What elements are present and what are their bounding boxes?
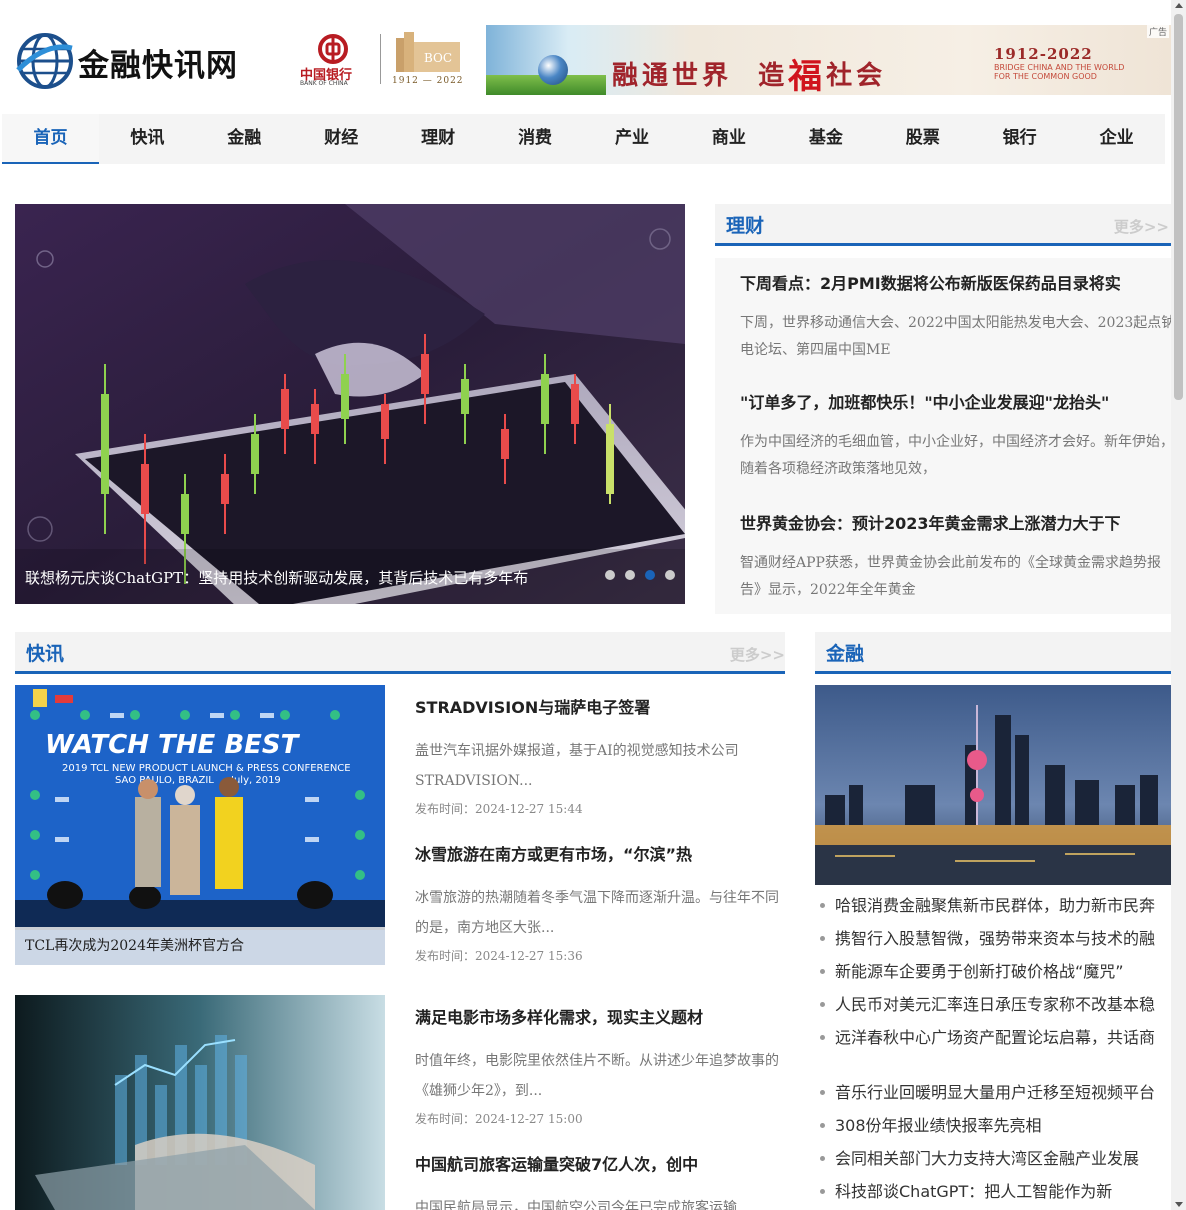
nav-item-chanye[interactable]: 产业: [584, 114, 681, 164]
nav-item-jijin[interactable]: 基金: [777, 114, 874, 164]
ad-banner[interactable]: 融通世界 造福社会 1912-2022 BRIDGE CHINA AND THE…: [486, 25, 1171, 95]
news-item-title[interactable]: 冰雪旅游在南方或更有市场，“尔滨”热: [415, 841, 785, 865]
kuaixun-section-title[interactable]: 快讯: [26, 639, 64, 666]
nav-item-caijing[interactable]: 财经: [293, 114, 390, 164]
globe-logo-icon: [16, 33, 73, 89]
news-item-title[interactable]: STRADVISION与瑞萨电子签署: [415, 694, 785, 718]
banner-years: 1912-2022: [994, 45, 1093, 63]
carousel-caption[interactable]: 联想杨元庆谈ChatGPT：坚持用技术创新驱动发展，其背后技术已有多年布: [25, 567, 528, 588]
boc-anniversary-emblem-icon: BOC: [396, 32, 460, 72]
kuaixun-image-caption[interactable]: TCL再次成为2024年美洲杯官方合: [15, 927, 385, 965]
carousel-dot-3[interactable]: [645, 570, 655, 580]
news-item[interactable]: 冰雪旅游在南方或更有市场，“尔滨”热 冰雪旅游的热潮随着冬季气温下降而逐渐升温。…: [415, 841, 785, 964]
scroll-up-icon[interactable]: [1175, 3, 1183, 8]
jinrong-section-header: 金融: [815, 632, 1171, 674]
news-item-time: 发布时间：2024-12-27 15:44: [415, 802, 583, 816]
nav-item-xiaofei[interactable]: 消费: [487, 114, 584, 164]
list-item[interactable]: 新能源车企要勇于创新打破价格战“魔咒”: [820, 955, 1171, 988]
banner-slogan: 融通世界 造福社会: [612, 57, 887, 95]
boc-emblem-icon: [318, 34, 348, 64]
nav-item-licai[interactable]: 理财: [390, 114, 487, 164]
list-item[interactable]: 世界黄金协会：预计2023年黄金需求上涨潜力大于下 智通财经APP获悉，世界黄金…: [740, 510, 1171, 604]
kuaixun-feature-image-2[interactable]: [15, 995, 385, 1210]
svg-text:BOC: BOC: [424, 51, 452, 65]
carousel-dot-2[interactable]: [625, 570, 635, 580]
nav-item-gupiao[interactable]: 股票: [874, 114, 971, 164]
news-item-summary: 中国民航局显示，中国航空公司今年已完成旅客运输: [415, 1200, 737, 1210]
boc-name-en: BANK OF CHINA: [300, 80, 348, 87]
jinrong-list-b: 音乐行业回暖明显大量用户迁移至短视频平台 308份年报业绩快报率先亮相 会同相关…: [820, 1076, 1171, 1208]
licai-more-link[interactable]: 更多>>: [1114, 216, 1169, 237]
news-item-time: 发布时间：2024-12-27 15:00: [415, 1112, 583, 1126]
finance-typing-image: [15, 995, 385, 1210]
news-item[interactable]: STRADVISION与瑞萨电子签署 盖世汽车讯据外媒报道，基于AI的视觉感知技…: [415, 694, 785, 817]
stage-subtitle-2: SAO PAULO, BRAZIL: [115, 775, 214, 786]
list-item[interactable]: 会同相关部门大力支持大湾区金融产业发展: [820, 1142, 1171, 1175]
boc-years: 1912 — 2022: [392, 76, 464, 86]
licai-item-title[interactable]: 下周看点：2月PMI数据将公布新版医保药品目录将实: [740, 270, 1171, 294]
list-item[interactable]: 音乐行业回暖明显大量用户迁移至短视频平台: [820, 1076, 1171, 1109]
stage-subtitle-1: 2019 TCL NEW PRODUCT LAUNCH & PRESS CONF…: [62, 763, 351, 774]
list-item[interactable]: "订单多了，加班都快乐！"中小企业发展迎"龙抬头" 作为中国经济的毛细血管，中小…: [740, 389, 1171, 483]
boc-divider: [380, 34, 381, 84]
tcl-event-image: WATCH THE BEST 2019 TCL NEW PRODUCT LAUN…: [15, 685, 385, 965]
site-header: 金融快讯网 中国银行 BANK OF CHINA BOC 1912 — 2022…: [0, 0, 1186, 112]
jinrong-list-a: 哈银消费金融聚焦新市民群体，助力新市民奔 携智行入股慧智微，强势带来资本与技术的…: [820, 889, 1171, 1054]
list-item[interactable]: 哈银消费金融聚焦新市民群体，助力新市民奔: [820, 889, 1171, 922]
nav-item-qiye[interactable]: 企业: [1068, 114, 1165, 164]
nav-item-home[interactable]: 首页: [2, 114, 99, 164]
carousel-dot-1[interactable]: [605, 570, 615, 580]
news-item-summary: 盖世汽车讯据外媒报道，基于AI的视觉感知技术公司STRADVISION...: [415, 743, 739, 789]
scroll-down-icon[interactable]: [1175, 1202, 1183, 1207]
carousel-image: [15, 204, 685, 604]
licai-item-summary: 下周，世界移动通信大会、2022中国太阳能热发电大会、2023起点钠电论坛、第四…: [740, 315, 1171, 358]
nav-item-jinrong[interactable]: 金融: [196, 114, 293, 164]
list-item[interactable]: 远洋春秋中心广场资产配置论坛启幕，共话商: [820, 1021, 1171, 1054]
news-item-time: 发布时间：2024-12-27 15:36: [415, 949, 583, 963]
jinrong-feature-image[interactable]: [815, 685, 1171, 885]
page-scrollbar[interactable]: [1171, 0, 1186, 1210]
list-item[interactable]: 下周看点：2月PMI数据将公布新版医保药品目录将实 下周，世界移动通信大会、20…: [740, 270, 1171, 364]
licai-section-header: 理财 更多>>: [715, 204, 1171, 246]
licai-item-summary: 作为中国经济的毛细血管，中小企业好，中国经济才会好。新年伊始，随着各项稳经济政策…: [740, 434, 1171, 477]
news-item-title[interactable]: 满足电影市场多样化需求，现实主义题材: [415, 1004, 785, 1028]
kuaixun-section-header: 快讯 更多>>: [15, 632, 785, 674]
list-item[interactable]: 携智行入股慧智微，强势带来资本与技术的融: [820, 922, 1171, 955]
licai-list: 下周看点：2月PMI数据将公布新版医保药品目录将实 下周，世界移动通信大会、20…: [715, 258, 1171, 614]
jinrong-section-title[interactable]: 金融: [826, 639, 864, 666]
licai-section-title[interactable]: 理财: [726, 211, 764, 238]
site-name: 金融快讯网: [78, 48, 238, 84]
news-item-title[interactable]: 中国航司旅客运输量突破7亿人次，创中: [415, 1151, 785, 1175]
kuaixun-more-link[interactable]: 更多>>: [730, 644, 785, 665]
news-item-summary: 时值年终，电影院里依然佳片不断。从讲述少年追梦故事的《雄狮少年2》，到...: [415, 1053, 779, 1099]
boc-logo[interactable]: 中国银行 BANK OF CHINA BOC 1912 — 2022: [296, 30, 472, 90]
kuaixun-feature-image[interactable]: WATCH THE BEST 2019 TCL NEW PRODUCT LAUN…: [15, 685, 385, 965]
nav-item-shangye[interactable]: 商业: [680, 114, 777, 164]
news-item[interactable]: 满足电影市场多样化需求，现实主义题材 时值年终，电影院里依然佳片不断。从讲述少年…: [415, 1004, 785, 1127]
ad-tag: 广告: [1146, 25, 1169, 38]
licai-item-summary: 智通财经APP获悉，世界黄金协会此前发布的《全球黄金需求趋势报告》显示，2022…: [740, 555, 1161, 598]
banner-english: BRIDGE CHINA AND THE WORLD FOR THE COMMO…: [994, 63, 1125, 81]
licai-item-title[interactable]: 世界黄金协会：预计2023年黄金需求上涨潜力大于下: [740, 510, 1171, 534]
list-item[interactable]: 308份年报业绩快报率先亮相: [820, 1109, 1171, 1142]
list-item[interactable]: 人民币对美元汇率连日承压专家称不改基本稳: [820, 988, 1171, 1021]
licai-item-title[interactable]: "订单多了，加班都快乐！"中小企业发展迎"龙抬头": [740, 389, 1171, 413]
main-nav: 首页 快讯 金融 财经 理财 消费 产业 商业 基金 股票 银行 企业: [2, 114, 1165, 164]
news-item[interactable]: 中国航司旅客运输量突破7亿人次，创中 中国民航局显示，中国航空公司今年已完成旅客…: [415, 1151, 785, 1210]
stage-title: WATCH THE BEST: [45, 730, 301, 760]
featured-carousel[interactable]: 联想杨元庆谈ChatGPT：坚持用技术创新驱动发展，其背后技术已有多年布: [15, 204, 685, 604]
news-item-summary: 冰雪旅游的热潮随着冬季气温下降而逐渐升温。与往年不同的是，南方地区大张...: [415, 890, 779, 936]
scrollbar-thumb[interactable]: [1174, 14, 1183, 400]
nav-item-yinhang[interactable]: 银行: [971, 114, 1068, 164]
shanghai-skyline-image: [815, 685, 1171, 885]
carousel-dot-4[interactable]: [665, 570, 675, 580]
earth-icon: [538, 55, 568, 85]
list-item[interactable]: 科技部谈ChatGPT：把人工智能作为新: [820, 1175, 1171, 1208]
carousel-dots: [605, 570, 675, 580]
site-logo[interactable]: 金融快讯网: [16, 30, 256, 92]
nav-item-kuaixun[interactable]: 快讯: [99, 114, 196, 164]
